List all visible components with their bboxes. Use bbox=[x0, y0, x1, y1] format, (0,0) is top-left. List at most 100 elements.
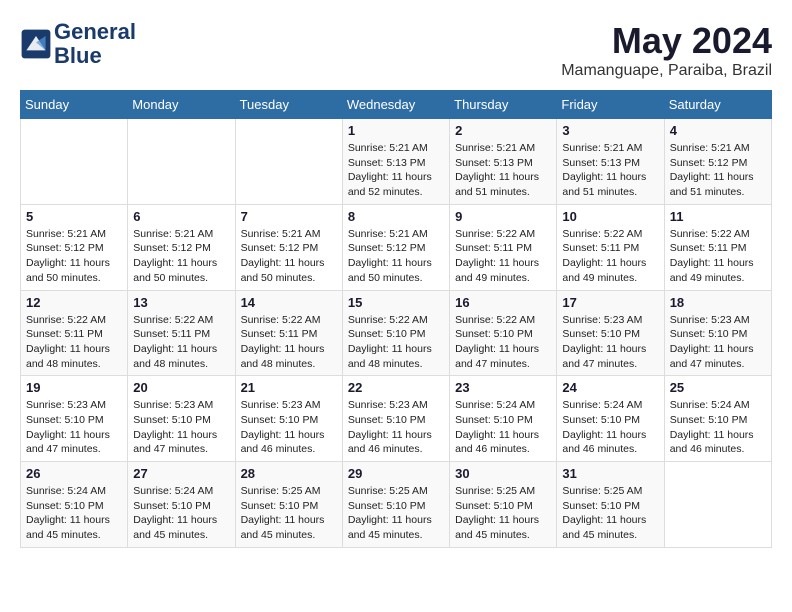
calendar-week-row: 26 Sunrise: 5:24 AMSunset: 5:10 PMDayligh… bbox=[21, 462, 772, 548]
calendar-header: SundayMondayTuesdayWednesdayThursdayFrid… bbox=[21, 91, 772, 119]
weekday-header-wednesday: Wednesday bbox=[342, 91, 449, 119]
day-number: 26 bbox=[26, 466, 122, 481]
day-info: Sunrise: 5:22 AMSunset: 5:11 PMDaylight:… bbox=[562, 227, 658, 286]
calendar-cell: 10 Sunrise: 5:22 AMSunset: 5:11 PMDayligh… bbox=[557, 204, 664, 290]
day-number: 17 bbox=[562, 295, 658, 310]
calendar-cell: 13Sunrise: 5:22 AMSunset: 5:11 PMDayligh… bbox=[128, 290, 235, 376]
weekday-header-row: SundayMondayTuesdayWednesdayThursdayFrid… bbox=[21, 91, 772, 119]
calendar-cell: 28 Sunrise: 5:25 AMSunset: 5:10 PMDayligh… bbox=[235, 462, 342, 548]
calendar-cell: 3Sunrise: 5:21 AMSunset: 5:13 PMDaylight… bbox=[557, 119, 664, 205]
calendar-week-row: 12Sunrise: 5:22 AMSunset: 5:11 PMDayligh… bbox=[21, 290, 772, 376]
calendar-cell: 30Sunrise: 5:25 AMSunset: 5:10 PMDayligh… bbox=[450, 462, 557, 548]
day-info: Sunrise: 5:24 AMSunset: 5:10 PMDaylight:… bbox=[26, 484, 122, 543]
day-number: 14 bbox=[241, 295, 337, 310]
month-title: May 2024 bbox=[561, 20, 772, 62]
calendar-cell bbox=[21, 119, 128, 205]
day-number: 6 bbox=[133, 209, 229, 224]
day-info: Sunrise: 5:22 AMSunset: 5:11 PMDaylight:… bbox=[241, 313, 337, 372]
day-number: 20 bbox=[133, 380, 229, 395]
calendar-cell: 26 Sunrise: 5:24 AMSunset: 5:10 PMDayligh… bbox=[21, 462, 128, 548]
day-number: 23 bbox=[455, 380, 551, 395]
calendar-cell: 2 Sunrise: 5:21 AMSunset: 5:13 PMDaylight… bbox=[450, 119, 557, 205]
weekday-header-thursday: Thursday bbox=[450, 91, 557, 119]
day-number: 19 bbox=[26, 380, 122, 395]
calendar-cell: 18 Sunrise: 5:23 AMSunset: 5:10 PMDayligh… bbox=[664, 290, 771, 376]
day-info: Sunrise: 5:24 AMSunset: 5:10 PMDaylight:… bbox=[133, 484, 229, 543]
calendar-cell: 15 Sunrise: 5:22 AMSunset: 5:10 PMDayligh… bbox=[342, 290, 449, 376]
day-number: 9 bbox=[455, 209, 551, 224]
day-number: 4 bbox=[670, 123, 766, 138]
weekday-header-monday: Monday bbox=[128, 91, 235, 119]
title-area: May 2024 Mamanguape, Paraiba, Brazil bbox=[561, 20, 772, 80]
logo: General Blue bbox=[20, 20, 136, 68]
day-number: 3 bbox=[562, 123, 658, 138]
calendar-cell bbox=[664, 462, 771, 548]
calendar-cell: 8 Sunrise: 5:21 AMSunset: 5:12 PMDaylight… bbox=[342, 204, 449, 290]
day-info: Sunrise: 5:22 AMSunset: 5:11 PMDaylight:… bbox=[26, 313, 122, 372]
day-info: Sunrise: 5:23 AMSunset: 5:10 PMDaylight:… bbox=[26, 398, 122, 457]
logo-icon bbox=[20, 28, 52, 60]
day-info: Sunrise: 5:25 AMSunset: 5:10 PMDaylight:… bbox=[241, 484, 337, 543]
calendar-cell bbox=[235, 119, 342, 205]
day-info: Sunrise: 5:24 AMSunset: 5:10 PMDaylight:… bbox=[455, 398, 551, 457]
day-number: 18 bbox=[670, 295, 766, 310]
day-info: Sunrise: 5:21 AMSunset: 5:12 PMDaylight:… bbox=[348, 227, 444, 286]
day-info: Sunrise: 5:22 AMSunset: 5:11 PMDaylight:… bbox=[455, 227, 551, 286]
calendar-cell: 17 Sunrise: 5:23 AMSunset: 5:10 PMDayligh… bbox=[557, 290, 664, 376]
day-info: Sunrise: 5:24 AMSunset: 5:10 PMDaylight:… bbox=[562, 398, 658, 457]
day-info: Sunrise: 5:24 AMSunset: 5:10 PMDaylight:… bbox=[670, 398, 766, 457]
day-number: 8 bbox=[348, 209, 444, 224]
day-info: Sunrise: 5:23 AMSunset: 5:10 PMDaylight:… bbox=[670, 313, 766, 372]
calendar-cell: 5 Sunrise: 5:21 AMSunset: 5:12 PMDaylight… bbox=[21, 204, 128, 290]
calendar-cell: 19 Sunrise: 5:23 AMSunset: 5:10 PMDayligh… bbox=[21, 376, 128, 462]
weekday-header-friday: Friday bbox=[557, 91, 664, 119]
calendar-cell: 31Sunrise: 5:25 AMSunset: 5:10 PMDayligh… bbox=[557, 462, 664, 548]
day-info: Sunrise: 5:25 AMSunset: 5:10 PMDaylight:… bbox=[455, 484, 551, 543]
day-number: 10 bbox=[562, 209, 658, 224]
day-info: Sunrise: 5:21 AMSunset: 5:12 PMDaylight:… bbox=[133, 227, 229, 286]
weekday-header-tuesday: Tuesday bbox=[235, 91, 342, 119]
calendar-cell: 22 Sunrise: 5:23 AMSunset: 5:10 PMDayligh… bbox=[342, 376, 449, 462]
day-number: 22 bbox=[348, 380, 444, 395]
calendar-cell: 21Sunrise: 5:23 AMSunset: 5:10 PMDayligh… bbox=[235, 376, 342, 462]
calendar-table: SundayMondayTuesdayWednesdayThursdayFrid… bbox=[20, 90, 772, 548]
day-number: 5 bbox=[26, 209, 122, 224]
calendar-week-row: 1 Sunrise: 5:21 AMSunset: 5:13 PMDaylight… bbox=[21, 119, 772, 205]
day-info: Sunrise: 5:25 AMSunset: 5:10 PMDaylight:… bbox=[562, 484, 658, 543]
day-info: Sunrise: 5:23 AMSunset: 5:10 PMDaylight:… bbox=[133, 398, 229, 457]
day-info: Sunrise: 5:21 AMSunset: 5:12 PMDaylight:… bbox=[26, 227, 122, 286]
day-number: 24 bbox=[562, 380, 658, 395]
day-info: Sunrise: 5:23 AMSunset: 5:10 PMDaylight:… bbox=[348, 398, 444, 457]
day-info: Sunrise: 5:25 AMSunset: 5:10 PMDaylight:… bbox=[348, 484, 444, 543]
location-subtitle: Mamanguape, Paraiba, Brazil bbox=[561, 62, 772, 80]
calendar-cell: 7 Sunrise: 5:21 AMSunset: 5:12 PMDaylight… bbox=[235, 204, 342, 290]
calendar-cell: 24 Sunrise: 5:24 AMSunset: 5:10 PMDayligh… bbox=[557, 376, 664, 462]
calendar-body: 1 Sunrise: 5:21 AMSunset: 5:13 PMDaylight… bbox=[21, 119, 772, 548]
calendar-cell: 6 Sunrise: 5:21 AMSunset: 5:12 PMDaylight… bbox=[128, 204, 235, 290]
day-number: 21 bbox=[241, 380, 337, 395]
day-number: 7 bbox=[241, 209, 337, 224]
logo-text: General Blue bbox=[54, 20, 136, 68]
calendar-cell: 29Sunrise: 5:25 AMSunset: 5:10 PMDayligh… bbox=[342, 462, 449, 548]
day-info: Sunrise: 5:22 AMSunset: 5:10 PMDaylight:… bbox=[348, 313, 444, 372]
day-info: Sunrise: 5:23 AMSunset: 5:10 PMDaylight:… bbox=[562, 313, 658, 372]
calendar-cell: 20 Sunrise: 5:23 AMSunset: 5:10 PMDayligh… bbox=[128, 376, 235, 462]
day-number: 25 bbox=[670, 380, 766, 395]
day-number: 15 bbox=[348, 295, 444, 310]
calendar-cell: 9 Sunrise: 5:22 AMSunset: 5:11 PMDaylight… bbox=[450, 204, 557, 290]
calendar-cell bbox=[128, 119, 235, 205]
day-info: Sunrise: 5:21 AMSunset: 5:12 PMDaylight:… bbox=[670, 141, 766, 200]
day-number: 28 bbox=[241, 466, 337, 481]
calendar-cell: 4 Sunrise: 5:21 AMSunset: 5:12 PMDaylight… bbox=[664, 119, 771, 205]
calendar-cell: 27 Sunrise: 5:24 AMSunset: 5:10 PMDayligh… bbox=[128, 462, 235, 548]
calendar-cell: 11Sunrise: 5:22 AMSunset: 5:11 PMDayligh… bbox=[664, 204, 771, 290]
calendar-cell: 14 Sunrise: 5:22 AMSunset: 5:11 PMDayligh… bbox=[235, 290, 342, 376]
page-header: General Blue May 2024 Mamanguape, Paraib… bbox=[20, 20, 772, 80]
day-number: 2 bbox=[455, 123, 551, 138]
calendar-week-row: 19 Sunrise: 5:23 AMSunset: 5:10 PMDayligh… bbox=[21, 376, 772, 462]
day-number: 1 bbox=[348, 123, 444, 138]
day-info: Sunrise: 5:21 AMSunset: 5:12 PMDaylight:… bbox=[241, 227, 337, 286]
calendar-cell: 12Sunrise: 5:22 AMSunset: 5:11 PMDayligh… bbox=[21, 290, 128, 376]
day-number: 27 bbox=[133, 466, 229, 481]
day-info: Sunrise: 5:21 AMSunset: 5:13 PMDaylight:… bbox=[455, 141, 551, 200]
